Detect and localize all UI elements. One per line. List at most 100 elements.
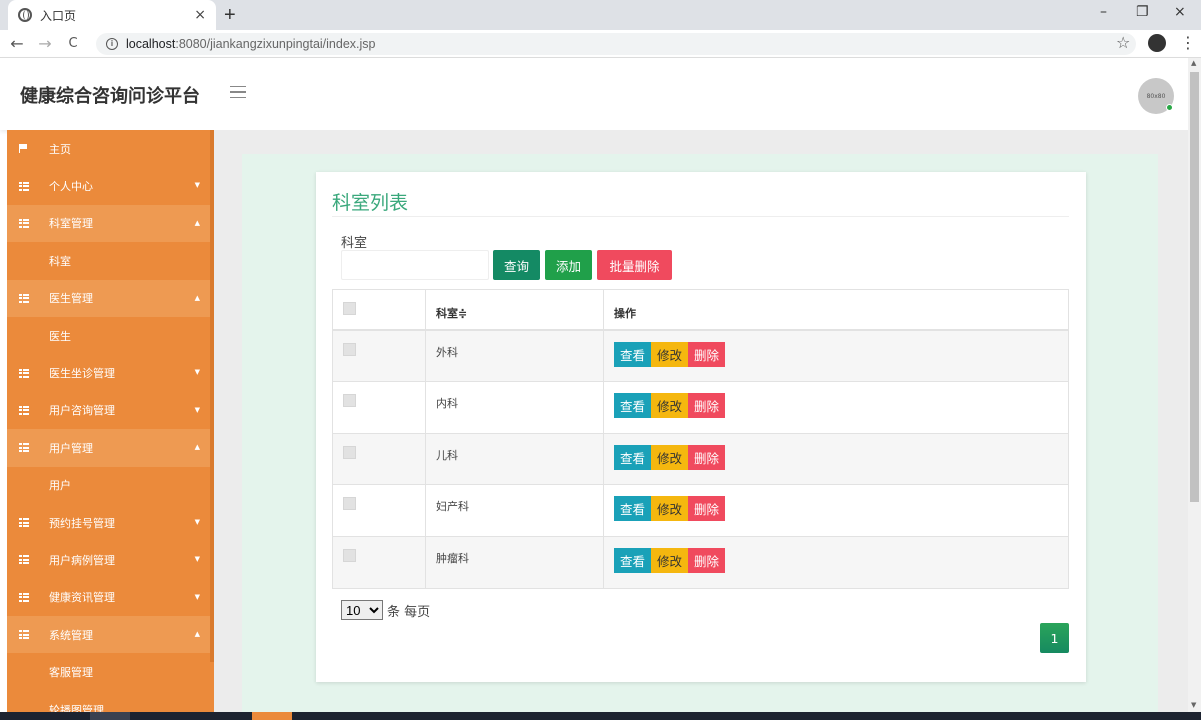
delete-button[interactable]: 删除 [688, 547, 726, 573]
search-button[interactable]: 查询 [493, 250, 540, 280]
grid-icon [19, 405, 29, 415]
sidebar-item[interactable]: 医生坐诊管理 ▼ [7, 354, 214, 391]
page-scrollbar-thumb[interactable] [1190, 72, 1199, 502]
batch-delete-button[interactable]: 批量删除 [597, 250, 672, 280]
sidebar-item[interactable]: 健康资讯管理 ▼ [7, 579, 214, 616]
forward-icon[interactable]: → [34, 34, 56, 53]
delete-button[interactable]: 删除 [688, 393, 726, 419]
add-button[interactable]: 添加 [545, 250, 592, 280]
table-row: 儿科 查看 修改 删除 [333, 433, 1068, 486]
chevron-down-icon: ▼ [194, 368, 200, 377]
sidebar-subitem[interactable]: 科室 [7, 242, 214, 280]
sidebar-item[interactable]: 用户咨询管理 ▼ [7, 392, 214, 429]
chevron-up-icon: ▲ [194, 443, 200, 452]
chevron-down-icon: ▼ [194, 517, 200, 526]
sidebar-subitem[interactable]: 医生 [7, 316, 214, 355]
sidebar-item-label: 用户病例管理 [49, 553, 115, 567]
department-name: 内科 [436, 397, 458, 411]
header-department-cell[interactable]: 科室≑ [426, 290, 604, 329]
info-icon[interactable]: i [106, 38, 118, 50]
page-size-control: 10 条 每页 [341, 600, 430, 620]
grid-icon [19, 218, 29, 228]
actions-cell: 查看 修改 删除 [604, 331, 1068, 381]
scroll-up-icon[interactable]: ▲ [1191, 59, 1196, 67]
view-button[interactable]: 查看 [614, 393, 652, 419]
sidebar-item-label: 医生坐诊管理 [49, 367, 115, 381]
view-button[interactable]: 查看 [614, 342, 652, 367]
sidebar-item[interactable]: 系统管理 ▲ [7, 616, 214, 654]
table-row: 内科 查看 修改 删除 [333, 382, 1068, 434]
address-bar: ← → C i localhost:8080/jiankangzixunping… [0, 30, 1201, 58]
chevron-down-icon: ▼ [194, 405, 200, 414]
profile-icon[interactable] [1148, 34, 1166, 52]
sidebar-item[interactable]: 个人中心 ▼ [7, 167, 214, 204]
back-icon[interactable]: ← [6, 34, 28, 53]
column-header-department[interactable]: 科室≑ [436, 305, 467, 321]
tab-close-icon[interactable]: × [194, 7, 206, 23]
scroll-down-icon[interactable]: ▼ [1191, 701, 1196, 709]
os-taskbar [0, 712, 1201, 720]
delete-button[interactable]: 删除 [688, 444, 726, 470]
view-button[interactable]: 查看 [614, 444, 652, 470]
browser-tab-bar: 入口页 × + – ❐ × [0, 0, 1201, 30]
grid-icon [19, 518, 29, 528]
sidebar-subitem[interactable]: 轮播图管理 [7, 690, 214, 712]
bookmark-star-icon[interactable]: ☆ [1116, 33, 1130, 52]
url-field[interactable]: i localhost:8080/jiankangzixunpingtai/in… [96, 33, 1136, 55]
sidebar-item[interactable]: 科室管理 ▲ [7, 204, 214, 243]
department-cell: 妇产科 [426, 485, 604, 536]
reload-icon[interactable]: C [62, 36, 84, 51]
row-checkbox[interactable] [343, 394, 356, 408]
sidebar-item[interactable]: 预约挂号管理 ▼ [7, 504, 214, 541]
window-close-icon[interactable]: × [1174, 4, 1186, 20]
hamburger-menu-icon[interactable] [230, 86, 246, 98]
browser-menu-icon[interactable]: ⋮ [1180, 33, 1196, 52]
browser-tab[interactable]: 入口页 × [8, 0, 216, 30]
edit-button[interactable]: 修改 [651, 393, 689, 419]
edit-button[interactable]: 修改 [651, 496, 689, 522]
row-checkbox-cell [333, 433, 426, 485]
new-tab-icon[interactable]: + [224, 4, 236, 27]
url-path: :8080/jiankangzixunpingtai/index.jsp [175, 37, 376, 51]
url-host: localhost [126, 37, 176, 51]
delete-button[interactable]: 删除 [688, 342, 726, 367]
sidebar-item-label: 用户管理 [49, 441, 93, 455]
sidebar-item[interactable]: 医生管理 ▲ [7, 279, 214, 317]
globe-icon [18, 8, 32, 22]
page-size-select[interactable]: 10 [341, 600, 383, 620]
edit-button[interactable]: 修改 [651, 342, 689, 367]
page-1-button[interactable]: 1 [1040, 623, 1069, 653]
edit-button[interactable]: 修改 [651, 444, 689, 470]
sidebar-subitem[interactable]: 用户 [7, 466, 214, 504]
row-checkbox-cell [333, 536, 426, 588]
actions-cell: 查看 修改 删除 [604, 382, 1068, 432]
department-cell: 儿科 [426, 433, 604, 485]
department-search-input[interactable] [341, 250, 489, 280]
taskbar-app-active[interactable] [252, 712, 292, 720]
sidebar-item[interactable]: 主页 [7, 130, 214, 167]
grid-icon [19, 443, 29, 453]
minimize-icon[interactable]: – [1100, 4, 1107, 20]
sidebar-item[interactable]: 用户病例管理 ▼ [7, 541, 214, 578]
page-title: 科室列表 [332, 192, 409, 214]
select-all-checkbox[interactable] [343, 302, 356, 315]
row-checkbox[interactable] [343, 343, 356, 356]
row-checkbox[interactable] [343, 548, 356, 562]
sidebar-subitem[interactable]: 客服管理 [7, 653, 214, 691]
sidebar-item-label: 个人中心 [49, 180, 93, 194]
department-cell: 内科 [426, 382, 604, 433]
online-status-dot [1166, 104, 1173, 111]
sidebar-item[interactable]: 用户管理 ▲ [7, 429, 214, 467]
edit-button[interactable]: 修改 [651, 547, 689, 573]
restore-icon[interactable]: ❐ [1136, 4, 1149, 20]
department-name: 儿科 [436, 448, 458, 462]
delete-button[interactable]: 删除 [688, 496, 726, 522]
row-checkbox[interactable] [343, 445, 356, 459]
view-button[interactable]: 查看 [614, 547, 652, 573]
app-header: 健康综合咨询问诊平台 80x80 [0, 58, 1188, 130]
view-button[interactable]: 查看 [614, 496, 652, 522]
taskbar-app[interactable] [90, 712, 130, 720]
search-label: 科室 [341, 236, 368, 251]
chevron-down-icon: ▼ [194, 592, 200, 601]
row-checkbox[interactable] [343, 497, 356, 511]
